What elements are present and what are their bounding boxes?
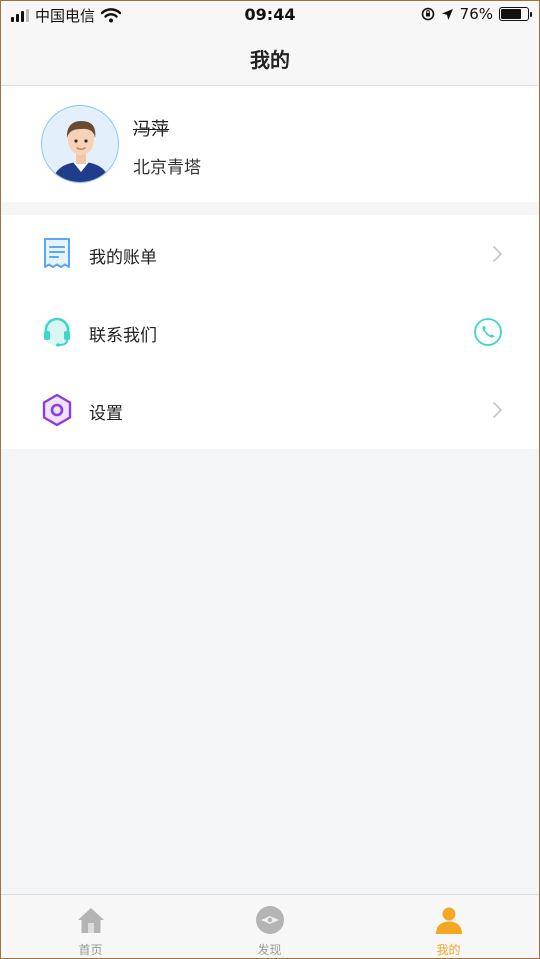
discover-icon [256,906,284,934]
tab-discover[interactable]: 发现 [180,895,359,959]
menu-label-bills: 我的账单 [89,248,157,268]
tab-label-discover: 发现 [257,943,282,957]
phone-icon[interactable] [473,317,503,347]
battery-percent: 76% [459,5,493,23]
tab-home[interactable]: 首页 [1,895,180,959]
location-icon [441,8,453,20]
chevron-right-icon [493,246,502,262]
menu-item-bills[interactable]: 我的账单 [1,215,539,293]
profile-icon [436,907,462,934]
menu-list: 我的账单 联系我们 设置 [1,215,539,449]
status-right: 76% [421,5,532,23]
bill-icon [44,238,70,268]
profile-card[interactable]: 冯萍 北京青塔 [1,86,539,202]
user-avatar-icon[interactable] [41,105,119,183]
tab-profile[interactable]: 我的 [359,895,538,959]
home-icon [78,908,104,933]
tab-label-home: 首页 [78,943,103,957]
tab-label-profile: 我的 [436,943,461,957]
status-bar: 中国电信 09:44 76% [1,1,539,29]
battery-fill [501,9,521,19]
settings-icon [42,393,72,427]
menu-label-settings: 设置 [89,404,123,424]
headset-icon [43,317,71,347]
tab-bar: 首页 发现 我的 [1,894,539,958]
orientation-lock-icon [421,7,434,21]
page-title: 我的 [250,48,290,72]
user-organization: 北京青塔 [133,158,201,178]
user-name: 冯萍 [133,119,169,140]
battery-icon [499,7,532,21]
nav-bar: 我的 [1,29,539,86]
menu-item-contact[interactable]: 联系我们 [1,293,539,371]
menu-item-settings[interactable]: 设置 [1,371,539,449]
menu-label-contact: 联系我们 [89,326,157,346]
chevron-right-icon [493,402,502,418]
